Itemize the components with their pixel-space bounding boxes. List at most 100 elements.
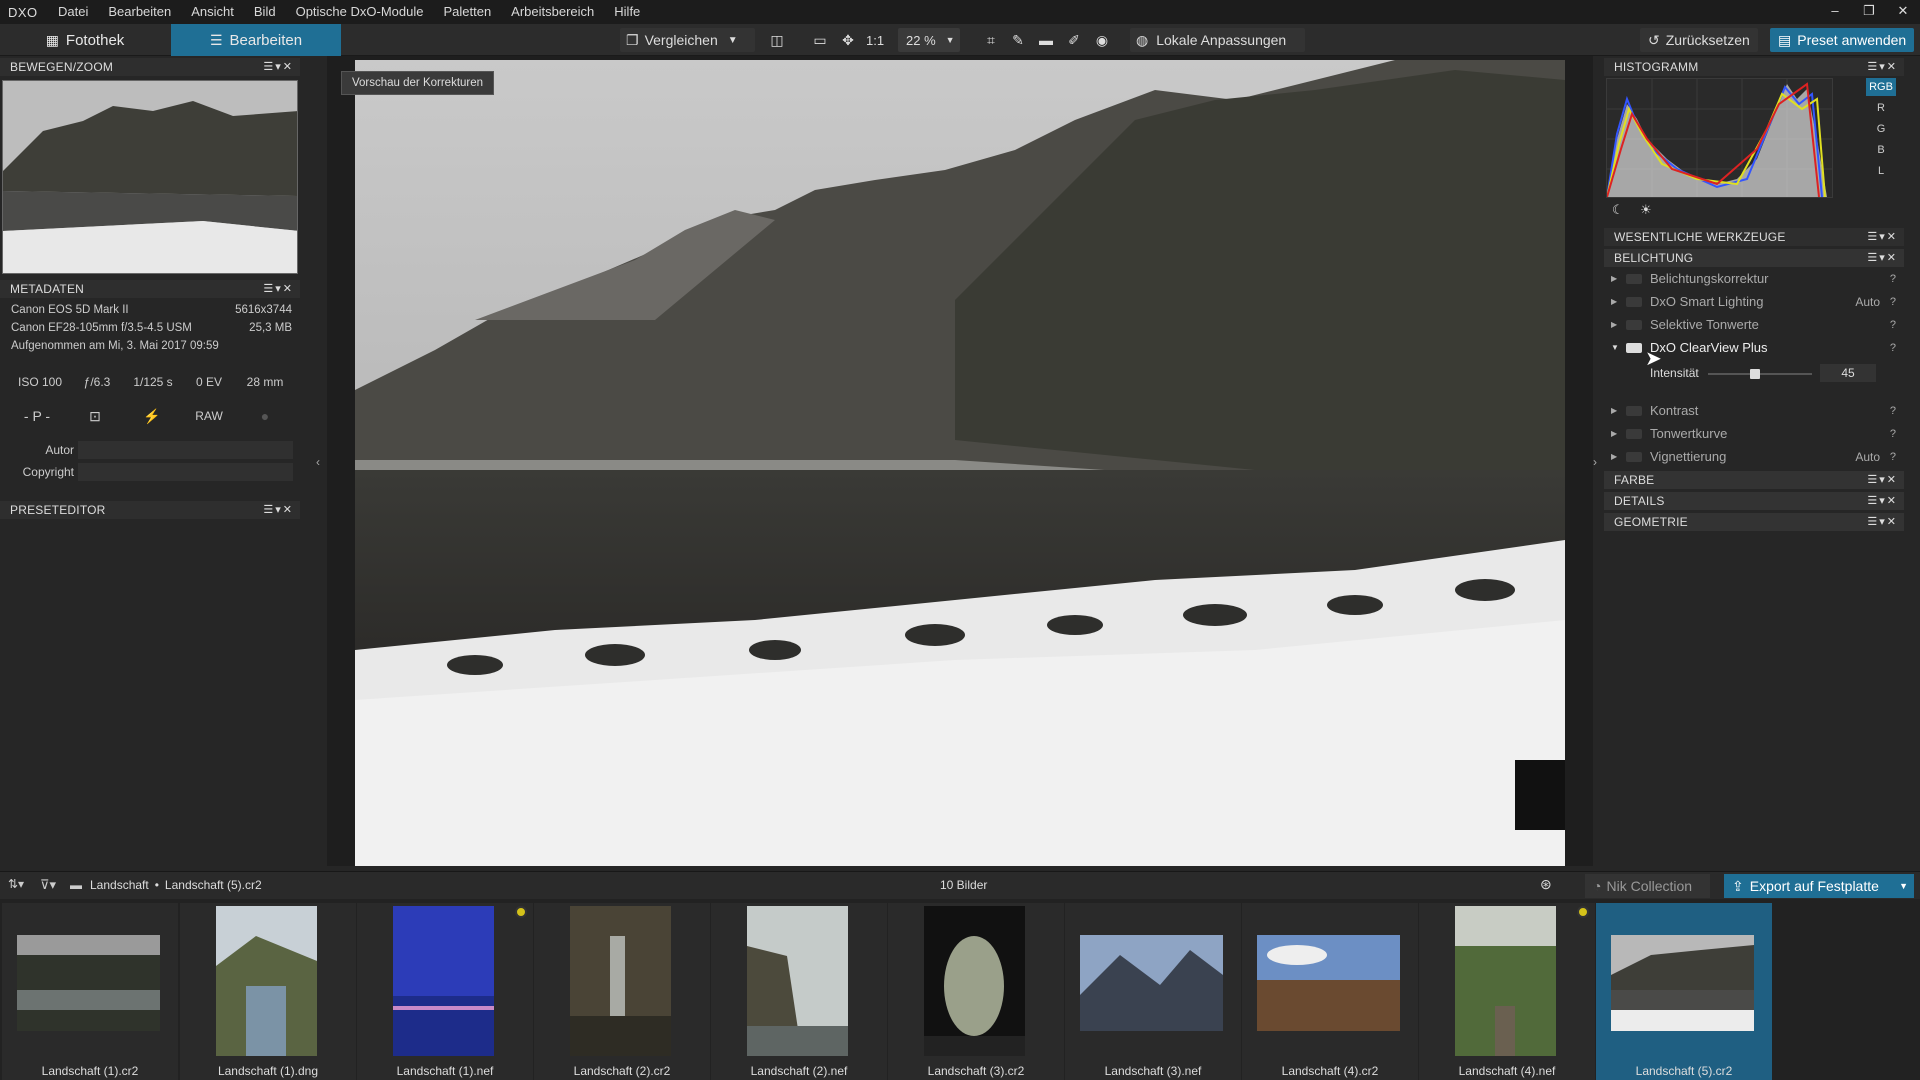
main-photo[interactable] [355,60,1565,866]
menu-arbeitsbereich[interactable]: Arbeitsbereich [501,0,604,24]
tool-kontrast[interactable]: ▶ Kontrast ? [1606,400,1902,422]
geometry-header[interactable]: GEOMETRIE ☰▾✕ [1604,513,1904,531]
histogram-header[interactable]: HISTOGRAMM ☰▾✕ [1604,58,1904,76]
help-icon[interactable]: ? [1890,423,1896,445]
menu-bild[interactable]: Bild [244,0,286,24]
filmstrip-item[interactable]: Landschaft (3).cr2 [888,903,1064,1080]
filmstrip-item[interactable]: Landschaft (1).cr2 [2,903,178,1080]
help-icon[interactable]: ? [1890,337,1896,359]
tool-smart-lighting[interactable]: ▶ DxO Smart Lighting Auto ? [1606,291,1902,313]
tool-toggle[interactable] [1626,320,1642,330]
chevron-down-icon[interactable]: ▼ [728,35,738,46]
expand-arrow-icon[interactable]: ▶ [1611,400,1617,422]
compare-button[interactable]: ❐ Vergleichen ▼ [620,28,755,52]
filmstrip-item-selected[interactable]: Landschaft (5).cr2 [1596,903,1772,1080]
filter-icon[interactable]: ⊽▾ [40,877,56,893]
menu-ansicht[interactable]: Ansicht [181,0,244,24]
maximize-button[interactable]: ❐ [1852,0,1886,24]
channel-rgb[interactable]: RGB [1866,78,1896,96]
help-icon[interactable]: ? [1890,268,1896,290]
eyedropper-icon[interactable]: ✎ [1006,28,1030,52]
channel-l[interactable]: L [1866,162,1896,180]
reset-button[interactable]: ↺ Zurücksetzen [1640,28,1758,52]
color-header[interactable]: FARBE ☰▾✕ [1604,471,1904,489]
menu-datei[interactable]: Datei [48,0,98,24]
shadow-clip-icon[interactable]: ☾ [1612,202,1624,218]
filmstrip-item[interactable]: Landschaft (4).cr2 [1242,903,1418,1080]
sort-icon[interactable]: ⇅▾ [8,877,24,891]
repair-icon[interactable]: ✐ [1062,28,1086,52]
panel-menu-icon[interactable]: ☰▾✕ [1867,228,1898,246]
tool-vignettierung[interactable]: ▶ Vignettierung Auto ? [1606,446,1902,468]
filmstrip-item[interactable]: Landschaft (4).nef [1419,903,1595,1080]
preset-editor-header[interactable]: PRESETEDITOR ☰▾✕ [0,501,300,519]
menu-bearbeiten[interactable]: Bearbeiten [98,0,181,24]
intensity-slider-handle[interactable] [1749,369,1760,379]
expand-arrow-icon[interactable]: ▶ [1611,291,1617,313]
channel-r[interactable]: R [1866,99,1896,117]
tool-selective-tones[interactable]: ▶ Selektive Tonwerte ? [1606,314,1902,336]
expand-arrow-icon[interactable]: ▶ [1611,268,1617,290]
filmstrip-item[interactable]: Landschaft (1).nef [357,903,533,1080]
help-icon[interactable]: ? [1890,400,1896,422]
filmstrip-item[interactable]: Landschaft (2).cr2 [534,903,710,1080]
share-icon[interactable]: ⊛ [1540,876,1552,893]
author-field[interactable] [78,441,293,459]
filmstrip-item[interactable]: Landschaft (1).dng [180,903,356,1080]
tool-tonwertkurve[interactable]: ▶ Tonwertkurve ? [1606,423,1902,445]
filmstrip-item[interactable]: Landschaft (2).nef [711,903,887,1080]
expand-arrow-icon[interactable]: ▶ [1611,423,1617,445]
panel-menu-icon[interactable]: ☰▾✕ [1867,249,1898,267]
intensity-value-field[interactable]: 45 [1820,364,1876,382]
tool-belichtungskorrektur[interactable]: ▶ Belichtungskorrektur ? [1606,268,1902,290]
apply-preset-button[interactable]: ▤ Preset anwenden [1770,28,1914,52]
breadcrumb-folder[interactable]: Landschaft [90,878,149,892]
help-icon[interactable]: ? [1890,291,1896,313]
move-zoom-header[interactable]: BEWEGEN/ZOOM ☰▾✕ [0,58,300,76]
help-icon[interactable]: ? [1890,446,1896,468]
tool-toggle[interactable] [1626,429,1642,439]
tool-toggle[interactable] [1626,406,1642,416]
export-button[interactable]: ⇪ Export auf Festplatte ▼ [1724,874,1914,898]
panel-menu-icon[interactable]: ☰▾✕ [1867,58,1898,76]
zoom-select[interactable]: 22 % ▼ [898,28,960,52]
menu-hilfe[interactable]: Hilfe [604,0,650,24]
expand-arrow-icon[interactable]: ▶ [1611,314,1617,336]
tab-fotothek[interactable]: ▦ Fotothek [0,24,170,56]
navigator-thumbnail[interactable] [2,80,298,274]
intensity-slider-track[interactable] [1708,373,1812,375]
close-button[interactable]: ✕ [1886,0,1920,24]
chevron-down-icon[interactable]: ▼ [1899,881,1908,891]
menu-paletten[interactable]: Paletten [433,0,501,24]
split-view-icon[interactable]: ◫ [765,28,789,52]
channel-b[interactable]: B [1866,141,1896,159]
menu-optische-module[interactable]: Optische DxO-Module [286,0,434,24]
collapse-arrow-icon[interactable]: ▼ [1611,337,1619,359]
zoom-100-button[interactable]: 1:1 [866,28,884,52]
channel-g[interactable]: G [1866,120,1896,138]
copyright-field[interactable] [78,463,293,481]
panel-menu-icon[interactable]: ☰▾✕ [1867,492,1898,510]
nik-collection-button[interactable]: ◔ Nik Collection [1585,874,1710,898]
help-icon[interactable]: ? [1890,314,1896,336]
minimize-button[interactable]: – [1818,0,1852,24]
panel-menu-icon[interactable]: ☰▾✕ [1867,471,1898,489]
horizon-icon[interactable]: ▬ [1034,28,1058,52]
filmstrip-item[interactable]: Landschaft (3).nef [1065,903,1241,1080]
crop-icon[interactable]: ⌗ [979,28,1003,52]
essential-tools-header[interactable]: WESENTLICHE WERKZEUGE ☰▾✕ [1604,228,1904,246]
tool-toggle[interactable] [1626,452,1642,462]
panel-menu-icon[interactable]: ☰▾✕ [1867,513,1898,531]
local-adjustments-button[interactable]: ◍ Lokale Anpassungen [1130,28,1305,52]
metadata-header[interactable]: METADATEN ☰▾✕ [0,280,300,298]
move-icon[interactable]: ✥ [836,28,860,52]
panel-menu-icon[interactable]: ☰▾✕ [263,58,294,76]
tool-toggle[interactable] [1626,297,1642,307]
highlight-clip-icon[interactable]: ☀ [1640,202,1652,218]
tab-bearbeiten[interactable]: ☰ Bearbeiten [171,24,341,56]
tool-toggle[interactable] [1626,274,1642,284]
fit-screen-icon[interactable]: ▭ [808,28,832,52]
collapse-left-icon[interactable]: ‹ [316,455,320,469]
collapse-right-icon[interactable]: › [1593,455,1597,469]
exposure-header[interactable]: BELICHTUNG ☰▾✕ [1604,249,1904,267]
